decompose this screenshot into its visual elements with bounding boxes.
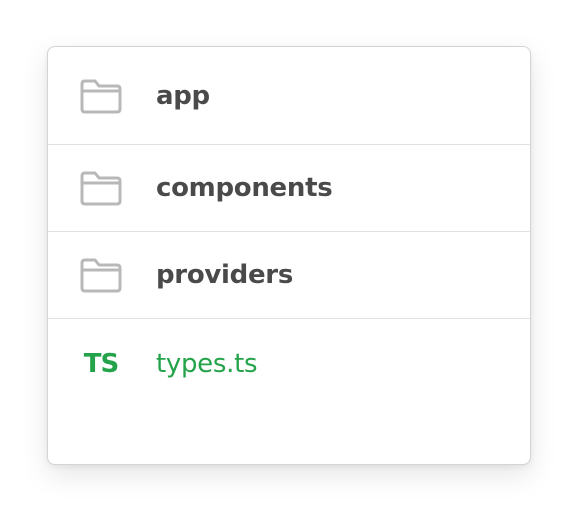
typescript-file-icon: TS [83, 349, 119, 379]
tree-item-app[interactable]: app [48, 47, 530, 145]
folder-icon [78, 78, 124, 114]
tree-item-providers[interactable]: providers [48, 232, 530, 319]
folder-icon [78, 257, 124, 293]
tree-item-label: types.ts [156, 349, 258, 379]
tree-item-label: app [156, 80, 210, 111]
file-tree-panel: app components providers TS types.ts [47, 46, 531, 465]
folder-icon [78, 170, 124, 206]
tree-item-label: providers [156, 260, 293, 290]
tree-item-label: components [156, 173, 333, 203]
tree-item-components[interactable]: components [48, 145, 530, 232]
tree-item-types-ts[interactable]: TS types.ts [48, 319, 530, 409]
